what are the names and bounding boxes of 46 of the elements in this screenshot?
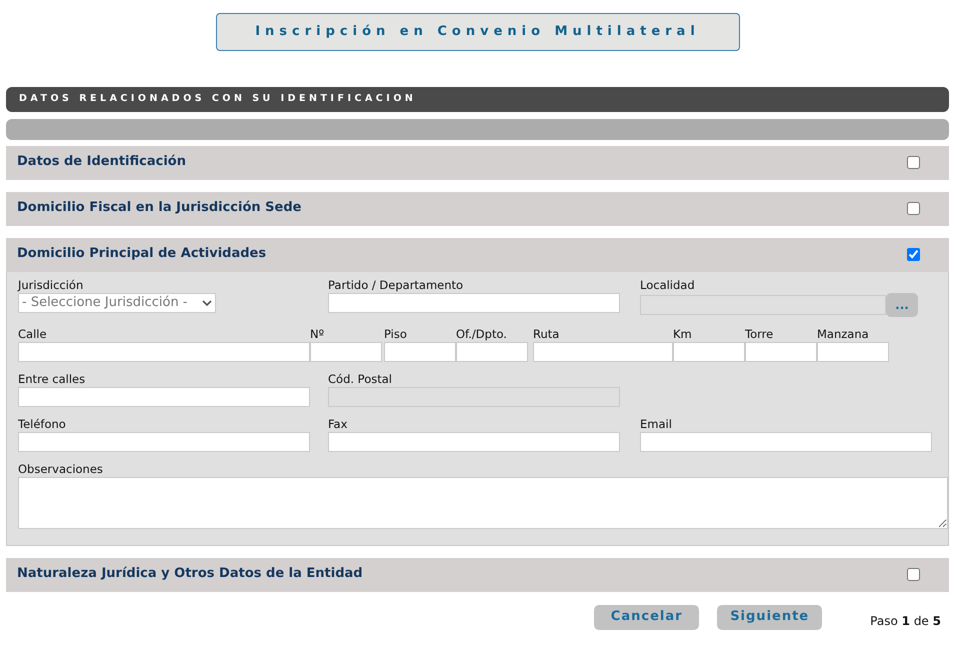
text-area[interactable] <box>18 477 948 529</box>
field-label: Partido / Departamento <box>328 278 464 293</box>
field-label: Km <box>673 327 693 342</box>
cancel-button[interactable]: Cancelar <box>594 604 700 630</box>
input-field[interactable] <box>18 432 310 452</box>
field-label: Teléfono <box>18 417 67 432</box>
section-checkbox[interactable] <box>907 568 920 581</box>
field-label: Of./Dpto. <box>456 327 508 342</box>
field-label: Torre <box>745 327 774 342</box>
field-label: Ruta <box>533 327 560 342</box>
field-label: Manzana <box>817 327 870 342</box>
input-field[interactable] <box>533 342 673 362</box>
input-field[interactable] <box>18 342 310 362</box>
input-field[interactable] <box>310 342 382 362</box>
field-label: Cód. Postal <box>328 372 393 387</box>
section-title: Naturaleza Jurídica y Otros Datos de la Entidad <box>17 565 363 583</box>
field-label: Nº <box>310 327 326 342</box>
input-field[interactable] <box>640 432 932 452</box>
field-label: Email <box>640 417 673 432</box>
field-label: Jurisdicción <box>18 278 84 293</box>
section-header-bar: DATOS RELACIONADOS CON SU IDENTIFICACION <box>6 87 949 112</box>
field-label: Calle <box>18 327 48 342</box>
field-label: Piso <box>384 327 408 342</box>
input-field[interactable] <box>745 342 817 362</box>
input-field[interactable] <box>817 342 889 362</box>
next-button[interactable]: Siguiente <box>717 604 822 630</box>
input-field[interactable] <box>328 293 620 313</box>
field-label: Entre calles <box>18 372 86 387</box>
field-label: Fax <box>328 417 348 432</box>
input-field[interactable] <box>673 342 745 362</box>
section-title: Domicilio Principal de Actividades <box>17 245 266 263</box>
section-title: Domicilio Fiscal en la Jurisdicción Sede <box>17 199 302 217</box>
section-title: Datos de Identificación <box>17 153 186 171</box>
field-label: Observaciones <box>18 462 104 477</box>
field-label: Localidad <box>640 278 696 293</box>
caret-icon <box>202 300 212 306</box>
select-field[interactable]: - Seleccione Jurisdicción - <box>18 293 216 313</box>
section-checkbox[interactable] <box>907 156 920 169</box>
input-field[interactable] <box>18 387 310 407</box>
section-checkbox[interactable] <box>907 248 920 261</box>
input-field[interactable] <box>328 432 620 452</box>
step-indicator: Paso 1 de 5 <box>870 613 941 630</box>
section-checkbox[interactable] <box>907 202 920 215</box>
page-title: Inscripción en Convenio Multilateral <box>216 13 740 51</box>
input-field[interactable] <box>384 342 456 362</box>
input-field[interactable] <box>456 342 528 362</box>
